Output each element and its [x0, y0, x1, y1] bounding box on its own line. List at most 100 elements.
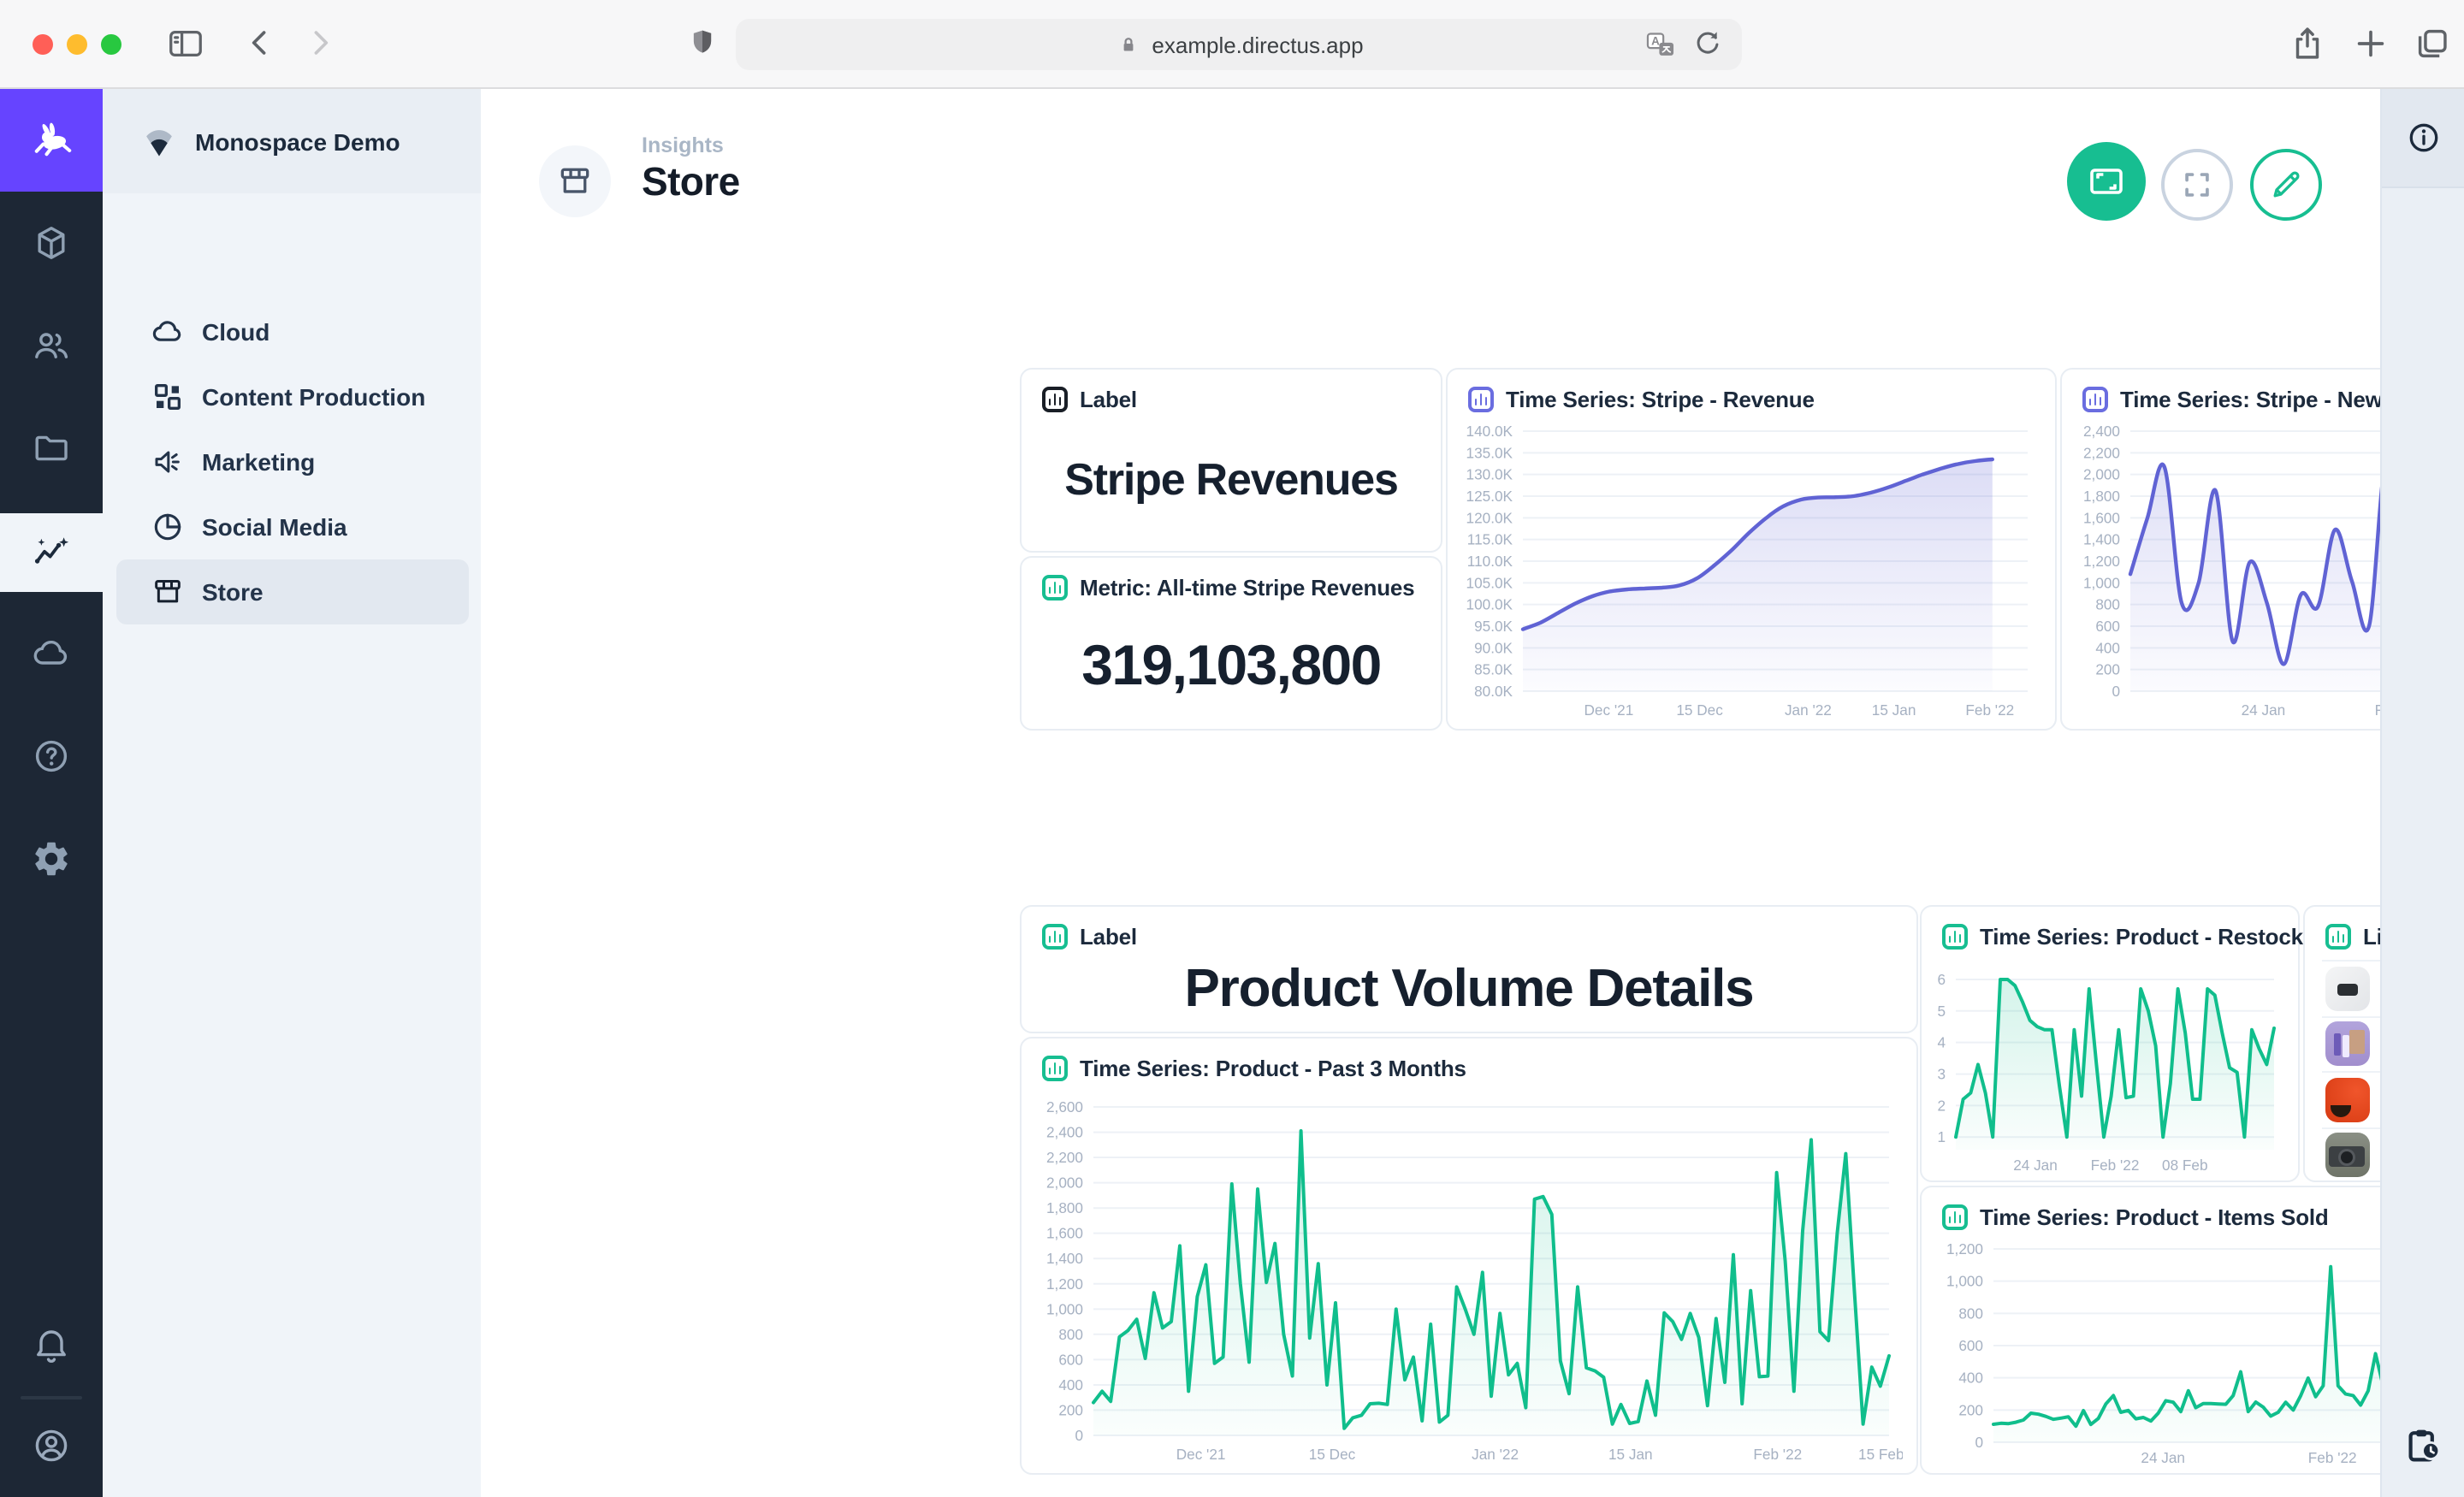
users-module-icon[interactable]: [31, 325, 72, 366]
sidebar-item-cloud[interactable]: Cloud: [116, 299, 469, 364]
panel-title: Label: [1080, 924, 1137, 950]
megaphone-icon: [151, 445, 185, 479]
project-header[interactable]: Monospace Demo: [103, 89, 481, 193]
content-module-box-icon[interactable]: [31, 222, 72, 263]
svg-text:2,600: 2,600: [1046, 1100, 1083, 1115]
svg-text:Dec '21: Dec '21: [1176, 1446, 1226, 1463]
svg-text:120.0K: 120.0K: [1466, 509, 1513, 526]
fullscreen-icon: [2178, 166, 2216, 204]
page-title: Store: [642, 159, 740, 205]
tab-overview-icon[interactable]: [2413, 24, 2452, 63]
privacy-shield-icon[interactable]: [684, 26, 720, 62]
svg-text:Dec '21: Dec '21: [1584, 701, 1634, 719]
sidebar-item-marketing[interactable]: Marketing: [116, 429, 469, 494]
address-bar[interactable]: example.directus.app A: [736, 19, 1742, 70]
svg-text:110.0K: 110.0K: [1467, 553, 1513, 570]
panel-title: Label: [1080, 387, 1137, 412]
sidebar-item-content-production[interactable]: Content Production: [116, 364, 469, 429]
product-thumbnail: [2325, 1133, 2370, 1178]
product-thumbnail: [2325, 1022, 2370, 1067]
page-icon-circle[interactable]: [539, 145, 611, 217]
past-3-months-line-chart: 02004006008001,0001,2001,4001,6001,8002,…: [1032, 1100, 1903, 1466]
svg-text:125.0K: 125.0K: [1466, 488, 1513, 505]
storefront-icon: [151, 575, 185, 609]
svg-text:2,200: 2,200: [1046, 1149, 1083, 1166]
svg-text:2,200: 2,200: [2083, 444, 2120, 461]
zoom-window-button[interactable]: [101, 34, 121, 55]
svg-text:24 Jan: 24 Jan: [2242, 701, 2286, 719]
svg-text:100.0K: 100.0K: [1466, 596, 1513, 613]
label-text: Product Volume Details: [1035, 955, 1903, 1021]
bell-icon[interactable]: [31, 1324, 72, 1365]
chart-box-icon: [1042, 924, 1068, 950]
panel-ts-restocks: Time Series: Product - Restocks 12345624…: [1920, 905, 2300, 1182]
pie-chart-icon: [151, 510, 185, 544]
fullscreen-button[interactable]: [2161, 149, 2233, 221]
divider: [21, 1396, 82, 1399]
new-tab-icon[interactable]: [2351, 24, 2390, 63]
fit-to-screen-button[interactable]: [2067, 142, 2146, 221]
revenue-line-chart: 80.0K85.0K90.0K95.0K100.0K105.0K110.0K11…: [1458, 421, 2045, 722]
files-module-folder-icon[interactable]: [31, 428, 72, 469]
help-icon[interactable]: [31, 736, 72, 777]
svg-text:400: 400: [2095, 639, 2120, 656]
svg-text:400: 400: [1058, 1376, 1083, 1393]
chart-box-icon: [1942, 1204, 1968, 1230]
sidebar-item-store[interactable]: Store: [116, 559, 469, 624]
grid-icon: [151, 380, 185, 414]
activity-log-button[interactable]: [2382, 1405, 2464, 1487]
pencil-icon: [2267, 166, 2305, 204]
svg-text:115.0K: 115.0K: [1467, 531, 1513, 548]
directus-logo[interactable]: [0, 89, 103, 192]
info-sidebar: [2380, 89, 2464, 1497]
cloud-module-icon[interactable]: [31, 633, 72, 674]
translate-icon[interactable]: A: [1644, 29, 1677, 62]
panel-label-product: Label Product Volume Details: [1020, 905, 1918, 1033]
share-icon[interactable]: [2288, 24, 2327, 63]
svg-text:80.0K: 80.0K: [1474, 683, 1513, 700]
svg-text:15 Dec: 15 Dec: [1309, 1446, 1356, 1463]
settings-gear-icon[interactable]: [31, 838, 72, 879]
info-sidebar-header[interactable]: [2382, 89, 2464, 188]
minimize-window-button[interactable]: [67, 34, 87, 55]
user-avatar-icon[interactable]: [31, 1425, 72, 1466]
svg-text:Feb '22: Feb '22: [1965, 701, 2014, 719]
svg-text:24 Jan: 24 Jan: [2013, 1157, 2058, 1174]
panel-title: Time Series: Product - Items Sold: [1980, 1204, 2329, 1230]
svg-text:600: 600: [2095, 618, 2120, 635]
chart-box-icon: [2325, 924, 2351, 950]
svg-text:08 Feb: 08 Feb: [2162, 1157, 2208, 1174]
panel-title: Time Series: Stripe - Revenue: [1506, 387, 1815, 412]
panel-title: Metric: All-time Stripe Revenues: [1080, 575, 1414, 601]
svg-text:2,000: 2,000: [1046, 1175, 1083, 1192]
svg-text:1,000: 1,000: [1946, 1273, 1983, 1290]
svg-text:600: 600: [1958, 1337, 1983, 1354]
panel-title: Time Series: Product - Restocks: [1980, 924, 2315, 950]
url-text: example.directus.app: [1152, 32, 1363, 57]
label-text: Stripe Revenues: [1035, 417, 1427, 541]
reload-icon[interactable]: [1691, 27, 1725, 62]
svg-text:800: 800: [1958, 1305, 1983, 1322]
svg-text:4: 4: [1937, 1034, 1946, 1051]
svg-text:1,600: 1,600: [1046, 1225, 1083, 1242]
insights-module-active[interactable]: [0, 513, 103, 592]
panel-title: Time Series: Product - Past 3 Months: [1080, 1056, 1466, 1081]
sidebar-toggle-icon[interactable]: [166, 24, 205, 63]
svg-text:1,400: 1,400: [1046, 1250, 1083, 1267]
svg-text:15 Feb: 15 Feb: [1858, 1446, 1903, 1463]
clipboard-clock-icon: [2402, 1425, 2443, 1466]
navigation-sidebar: Monospace Demo Cloud Content Production …: [103, 89, 481, 1497]
info-icon: [2405, 120, 2441, 156]
svg-text:24 Jan: 24 Jan: [2141, 1449, 2185, 1466]
close-window-button[interactable]: [33, 34, 53, 55]
chart-box-icon: [1468, 387, 1494, 412]
edit-button[interactable]: [2250, 149, 2322, 221]
back-icon[interactable]: [241, 24, 279, 62]
sidebar-item-social-media[interactable]: Social Media: [116, 494, 469, 559]
svg-text:95.0K: 95.0K: [1474, 618, 1513, 635]
forward-icon[interactable]: [301, 24, 339, 62]
product-thumbnail: [2325, 1078, 2370, 1122]
fit-screen-icon: [2086, 161, 2127, 202]
breadcrumb[interactable]: Insights: [642, 133, 724, 157]
svg-text:1,600: 1,600: [2083, 509, 2120, 526]
